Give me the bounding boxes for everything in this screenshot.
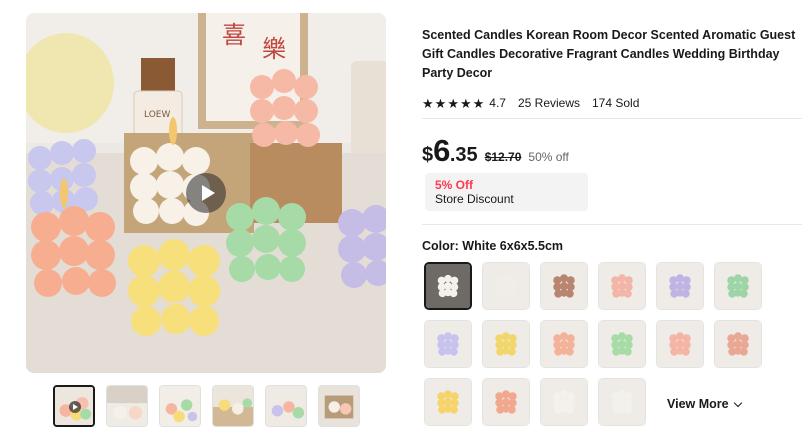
swatch-image [657, 321, 703, 367]
swatch-image [715, 321, 761, 367]
color-swatch[interactable] [656, 320, 704, 368]
color-swatch[interactable] [598, 378, 646, 426]
svg-text:喜: 喜 [222, 21, 246, 49]
rating-stars: ★ ★ ★ ★ ★ [422, 97, 484, 110]
swatch-image [483, 321, 529, 367]
swatch-image [483, 379, 529, 425]
thumbnail-4[interactable] [212, 385, 254, 427]
swatch-image [425, 321, 471, 367]
swatch-image [715, 263, 761, 309]
divider [422, 224, 802, 225]
product-title: Scented Candles Korean Room Decor Scente… [422, 28, 796, 80]
play-video-button[interactable] [186, 173, 226, 213]
color-swatch[interactable] [540, 378, 588, 426]
color-label-prefix: Color: [422, 239, 459, 253]
discount-percent: 50% off [528, 150, 569, 164]
view-more-button[interactable]: View More [667, 397, 742, 411]
color-swatch[interactable] [714, 320, 762, 368]
color-swatch[interactable] [482, 320, 530, 368]
svg-text:LOEW: LOEW [144, 110, 170, 120]
color-swatch[interactable] [540, 320, 588, 368]
thumbnail-video[interactable] [53, 385, 95, 427]
color-label: Color: White 6x6x5.5cm [422, 239, 563, 253]
star-icon: ★ [472, 95, 485, 111]
star-icon: ★ [434, 95, 447, 111]
main-product-image[interactable]: 喜 樂 LOEW [26, 13, 386, 373]
color-swatch[interactable] [482, 378, 530, 426]
rating-row: ★ ★ ★ ★ ★ 4.7 25 Reviews 174 Sold [422, 95, 802, 111]
discount-label: Store Discount [435, 192, 514, 206]
thumbnail-6[interactable] [318, 385, 360, 427]
thumbnail-5[interactable] [265, 385, 307, 427]
color-swatch[interactable] [424, 262, 472, 310]
swatch-image [599, 263, 645, 309]
color-swatch[interactable] [598, 262, 646, 310]
reviews-link[interactable]: 25 Reviews [518, 96, 580, 110]
thumbnail-strip [53, 385, 360, 427]
swatch-image [541, 321, 587, 367]
star-icon: ★ [459, 95, 472, 111]
swatch-image [541, 263, 587, 309]
swatch-image [541, 379, 587, 425]
divider [422, 118, 802, 119]
swatch-image [657, 263, 703, 309]
svg-text:樂: 樂 [262, 35, 286, 63]
price-integer: 6 [433, 133, 450, 168]
product-info: Scented Candles Korean Room Decor Scente… [422, 26, 802, 111]
color-swatch[interactable] [656, 262, 704, 310]
color-swatch[interactable] [598, 320, 646, 368]
sold-count: 174 Sold [592, 96, 640, 110]
play-icon [69, 401, 81, 413]
star-icon: ★ [447, 95, 459, 111]
star-icon: ★ [422, 95, 434, 111]
swatch-image [599, 321, 645, 367]
store-discount-coupon[interactable]: 5% Off Store Discount [425, 173, 588, 211]
swatch-image [483, 263, 529, 309]
swatch-image [599, 379, 645, 425]
chevron-down-icon [733, 398, 742, 407]
color-swatch[interactable] [540, 262, 588, 310]
color-swatch[interactable] [424, 378, 472, 426]
swatch-image [426, 264, 470, 308]
selected-color: White 6x6x5.5cm [462, 239, 564, 253]
price-row: $ 6 .35 $12.70 50% off [422, 133, 569, 169]
color-swatch[interactable] [424, 320, 472, 368]
thumbnail-2[interactable] [106, 385, 148, 427]
color-swatch[interactable] [482, 262, 530, 310]
thumbnail-3[interactable] [159, 385, 201, 427]
discount-headline: 5% Off [435, 178, 474, 192]
original-price: $12.70 [484, 150, 522, 164]
rating-value: 4.7 [489, 96, 506, 110]
price-decimal: .35 [449, 144, 478, 166]
view-more-label: View More [667, 397, 729, 411]
price-currency: $ [422, 144, 434, 166]
color-swatch[interactable] [714, 262, 762, 310]
swatch-image [425, 379, 471, 425]
